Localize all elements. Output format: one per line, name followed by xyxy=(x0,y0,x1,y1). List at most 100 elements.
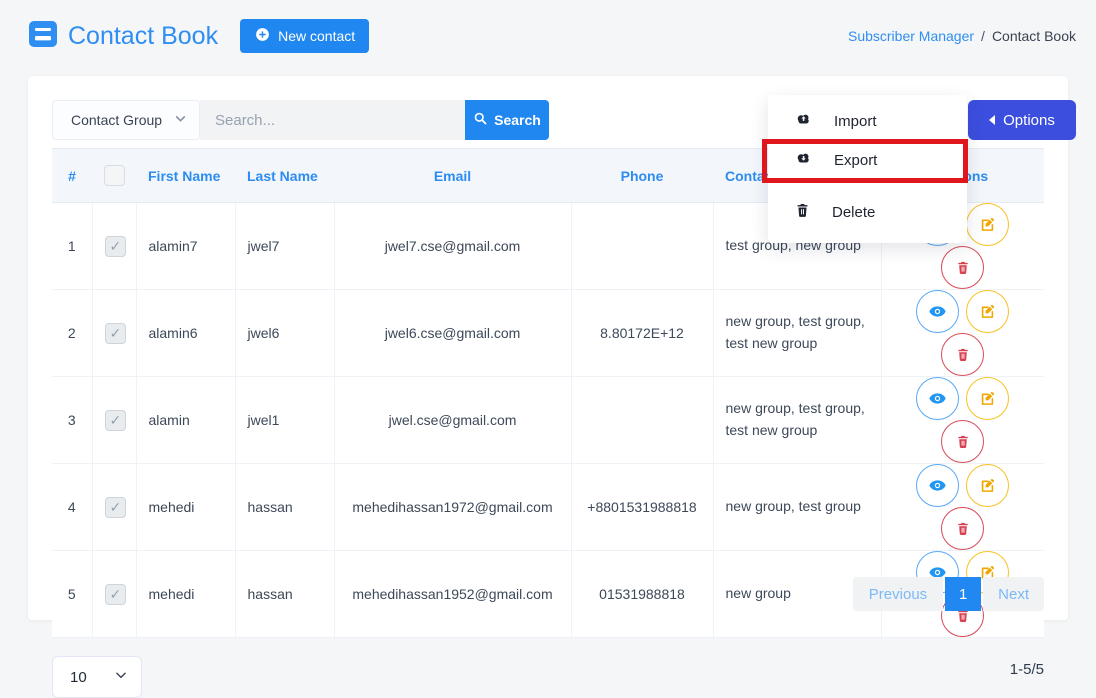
eye-icon xyxy=(928,389,947,408)
groups-cell: new group, test group, test new group xyxy=(713,290,881,377)
caret-left-icon xyxy=(989,115,995,125)
last-name-cell: hassan xyxy=(235,551,334,638)
first-name-cell: alamin7 xyxy=(136,203,235,290)
actions-cell xyxy=(881,377,1044,464)
brand: Contact Book xyxy=(28,19,218,54)
breadcrumb-current: Contact Book xyxy=(992,28,1076,44)
first-name-cell: mehedi xyxy=(136,464,235,551)
delete-button[interactable] xyxy=(941,246,984,289)
actions-cell xyxy=(881,290,1044,377)
chevron-down-icon xyxy=(174,112,187,128)
row-checkbox[interactable] xyxy=(105,410,126,431)
plus-circle-icon xyxy=(254,26,271,46)
col-first-name: First Name xyxy=(136,149,235,203)
pagination: Previous 1 Next xyxy=(853,577,1044,611)
first-name-cell: alamin6 xyxy=(136,290,235,377)
search-button-label: Search xyxy=(494,112,541,128)
col-select-all xyxy=(92,149,136,203)
new-contact-label: New contact xyxy=(278,28,355,44)
page-title: Contact Book xyxy=(68,22,218,51)
phone-cell: 8.80172E+12 xyxy=(571,290,713,377)
eye-icon xyxy=(928,302,947,321)
address-book-icon xyxy=(28,19,58,54)
edit-icon xyxy=(979,216,996,233)
menu-item-export[interactable]: Export xyxy=(768,141,967,180)
groups-cell: new group, test group, test new group xyxy=(713,377,881,464)
last-name-cell: jwel1 xyxy=(235,377,334,464)
email-cell: jwel.cse@gmail.com xyxy=(334,377,571,464)
delete-button[interactable] xyxy=(941,420,984,463)
page-size-select[interactable]: 10 xyxy=(52,656,142,698)
row-index: 2 xyxy=(52,290,92,377)
trash-icon xyxy=(955,434,971,450)
row-checkbox[interactable] xyxy=(105,236,126,257)
pagination-page-1[interactable]: 1 xyxy=(945,577,981,611)
range-label: 1-5/5 xyxy=(1010,661,1044,678)
options-dropdown-menu: Import Export Delete xyxy=(768,95,967,243)
delete-button[interactable] xyxy=(941,507,984,550)
row-checkbox[interactable] xyxy=(105,323,126,344)
eye-icon xyxy=(928,476,947,495)
edit-button[interactable] xyxy=(966,203,1009,246)
last-name-cell: jwel7 xyxy=(235,203,334,290)
pagination-previous[interactable]: Previous xyxy=(853,577,943,611)
row-index: 4 xyxy=(52,464,92,551)
menu-item-import[interactable]: Import xyxy=(768,102,967,141)
menu-item-delete[interactable]: Delete xyxy=(768,193,967,232)
edit-icon xyxy=(979,390,996,407)
table-row: 2 alamin6 jwel6 jwel6.cse@gmail.com 8.80… xyxy=(52,290,1044,377)
new-contact-button[interactable]: New contact xyxy=(240,19,369,53)
breadcrumb: Subscriber Manager / Contact Book xyxy=(848,28,1076,44)
menu-item-export-label: Export xyxy=(834,152,877,169)
search-input[interactable] xyxy=(200,100,465,140)
email-cell: jwel6.cse@gmail.com xyxy=(334,290,571,377)
last-name-cell: hassan xyxy=(235,464,334,551)
email-cell: mehedihassan1952@gmail.com xyxy=(334,551,571,638)
cloud-download-icon xyxy=(794,149,813,172)
phone-cell xyxy=(571,203,713,290)
delete-button[interactable] xyxy=(941,333,984,376)
edit-icon xyxy=(979,303,996,320)
first-name-cell: alamin xyxy=(136,377,235,464)
first-name-cell: mehedi xyxy=(136,551,235,638)
options-button[interactable]: Options xyxy=(968,100,1076,140)
groups-cell: new group, test group xyxy=(713,464,881,551)
col-index: # xyxy=(52,149,92,203)
contact-group-select[interactable]: Contact Group xyxy=(52,100,200,140)
breadcrumb-separator: / xyxy=(981,28,985,44)
page-size-value: 10 xyxy=(70,669,87,686)
table-row: 3 alamin jwel1 jwel.cse@gmail.com new gr… xyxy=(52,377,1044,464)
last-name-cell: jwel6 xyxy=(235,290,334,377)
edit-button[interactable] xyxy=(966,464,1009,507)
view-button[interactable] xyxy=(916,377,959,420)
pagination-next[interactable]: Next xyxy=(983,577,1044,611)
row-checkbox-cell xyxy=(92,551,136,638)
trash-icon xyxy=(794,202,811,223)
col-phone: Phone xyxy=(571,149,713,203)
row-checkbox-cell xyxy=(92,464,136,551)
phone-cell: 01531988818 xyxy=(571,551,713,638)
row-index: 5 xyxy=(52,551,92,638)
row-index: 1 xyxy=(52,203,92,290)
table-row: 4 mehedi hassan mehedihassan1972@gmail.c… xyxy=(52,464,1044,551)
trash-icon xyxy=(955,260,971,276)
search-button[interactable]: Search xyxy=(465,100,549,140)
edit-button[interactable] xyxy=(966,377,1009,420)
select-all-checkbox[interactable] xyxy=(104,165,125,186)
breadcrumb-parent-link[interactable]: Subscriber Manager xyxy=(848,28,974,44)
row-checkbox[interactable] xyxy=(105,584,126,605)
col-email: Email xyxy=(334,149,571,203)
row-checkbox-cell xyxy=(92,377,136,464)
trash-icon xyxy=(955,521,971,537)
menu-item-delete-label: Delete xyxy=(832,204,875,221)
row-checkbox-cell xyxy=(92,290,136,377)
actions-cell xyxy=(881,464,1044,551)
row-checkbox[interactable] xyxy=(105,497,126,518)
view-button[interactable] xyxy=(916,464,959,507)
edit-button[interactable] xyxy=(966,290,1009,333)
view-button[interactable] xyxy=(916,290,959,333)
email-cell: jwel7.cse@gmail.com xyxy=(334,203,571,290)
footer-row: 10 1-5/5 xyxy=(52,656,1044,698)
email-cell: mehedihassan1972@gmail.com xyxy=(334,464,571,551)
phone-cell xyxy=(571,377,713,464)
